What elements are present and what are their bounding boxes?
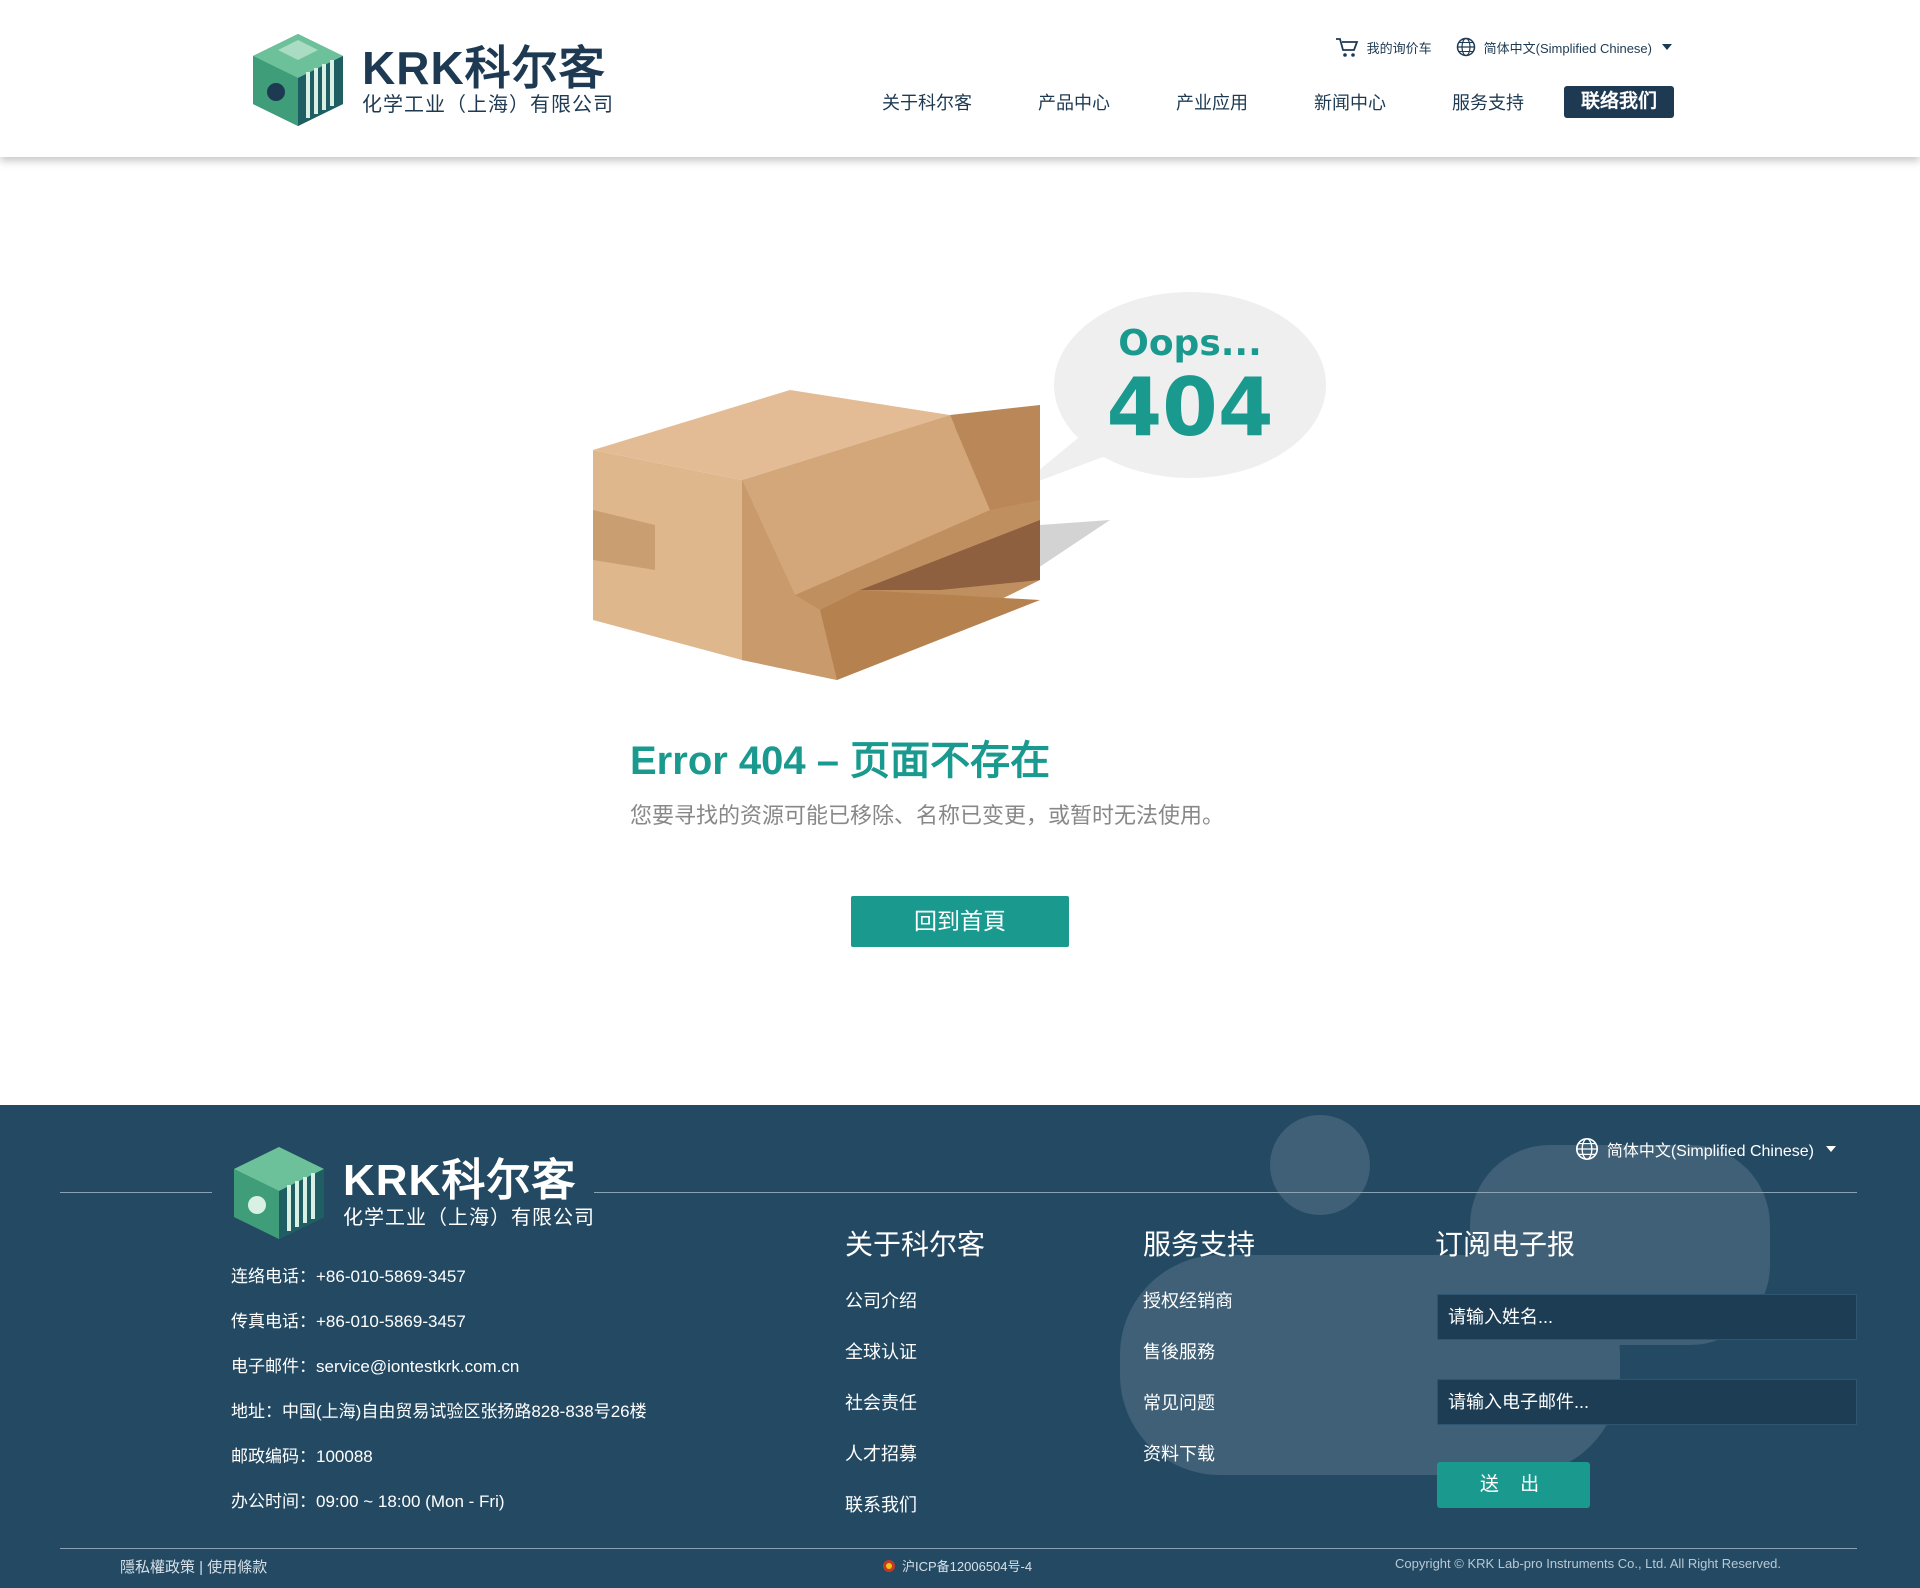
utility-bar: 我的询价车 简体中文(Simplified Chinese) <box>1311 36 1674 58</box>
footer-divider-right <box>594 1192 1857 1193</box>
newsletter-email-input[interactable]: 请输入电子邮件... <box>1437 1379 1857 1425</box>
footer-newsletter-column: 订阅电子报 <box>1435 1223 1575 1289</box>
legal-links[interactable]: 隱私權政策 | 使用條款 <box>120 1556 267 1577</box>
caret-down-icon <box>1662 44 1672 50</box>
logo-subtitle: 化学工业（上海）有限公司 <box>362 94 614 116</box>
contact-fax: 传真电话：+86-010-5869-3457 <box>231 1312 466 1331</box>
empty-box-illustration: Oops... 404 <box>593 292 1326 680</box>
contact-address: 地址：中国(上海)自由贸易试验区张扬路828-838号26楼 <box>231 1402 647 1421</box>
nav-item-about[interactable]: 关于科尔客 <box>882 89 972 115</box>
nav-item-products[interactable]: 产品中心 <box>1038 89 1110 115</box>
footer-logo-title: KRK科尔客 <box>343 1156 577 1205</box>
nav-item-news[interactable]: 新闻中心 <box>1314 89 1386 115</box>
footer-about-title: 关于科尔客 <box>845 1229 986 1260</box>
error-title: Error 404 – 页面不存在 <box>630 739 1051 783</box>
footer-link-downloads[interactable]: 资料下载 <box>1143 1442 1255 1493</box>
main-nav: 关于科尔客 产品中心 产业应用 新闻中心 服务支持 联络我们 <box>882 86 1674 118</box>
footer-service-column: 服务支持 授权经销商 售後服務 常见问题 资料下载 <box>1143 1223 1255 1493</box>
logo-title: KRK科尔客 <box>362 42 606 94</box>
newsletter-submit-button[interactable]: 送 出 <box>1437 1462 1590 1508</box>
footer-logo-subtitle: 化学工业（上海）有限公司 <box>343 1207 595 1229</box>
language-label: 简体中文(Simplified Chinese) <box>1483 40 1652 56</box>
footer-link-responsibility[interactable]: 社会责任 <box>845 1391 985 1442</box>
contact-us-button[interactable]: 联络我们 <box>1563 86 1674 118</box>
site-logo[interactable]: KRK科尔客 化学工业（上海）有限公司 <box>248 32 614 128</box>
footer-logo-mark-icon <box>234 1147 324 1239</box>
logo-mark-icon <box>253 34 343 126</box>
footer-divider-left <box>60 1192 212 1193</box>
footer-link-faq[interactable]: 常见问题 <box>1143 1391 1255 1442</box>
newsletter-title: 订阅电子报 <box>1435 1229 1576 1260</box>
cart-icon <box>1335 38 1358 57</box>
footer-link-certification[interactable]: 全球认证 <box>845 1340 985 1391</box>
inquiry-cart-link[interactable]: 我的询价车 <box>1335 36 1432 58</box>
contact-email[interactable]: 电子邮件：service@iontestkrk.com.cn <box>231 1355 647 1400</box>
caret-down-icon <box>1826 1146 1836 1152</box>
contact-hours: 办公时间：09:00 ~ 18:00 (Mon - Fri) <box>231 1492 505 1511</box>
footer-language-selector[interactable]: 简体中文(Simplified Chinese) <box>1575 1137 1838 1161</box>
police-badge-icon <box>883 1559 895 1572</box>
language-selector[interactable]: 简体中文(Simplified Chinese) <box>1456 37 1674 57</box>
icp-text: 沪ICP备12006504号-4 <box>902 1559 1033 1574</box>
copyright-text: Copyright © KRK Lab-pro Instruments Co.,… <box>1395 1556 1782 1571</box>
footer-bottom-divider <box>60 1548 1857 1549</box>
error-description: 您要寻找的资源可能已移除、名称已变更，或暂时无法使用。 <box>630 803 1225 828</box>
bubble-oops-text: Oops... <box>1118 323 1262 364</box>
globe-icon <box>1575 1137 1598 1161</box>
footer-link-after-sales[interactable]: 售後服務 <box>1143 1340 1255 1391</box>
bubble-404-text: 404 <box>1107 361 1274 454</box>
footer-link-distributors[interactable]: 授权经销商 <box>1143 1289 1255 1340</box>
cart-label: 我的询价车 <box>1366 40 1432 56</box>
footer-link-company[interactable]: 公司介绍 <box>845 1289 985 1340</box>
footer-link-careers[interactable]: 人才招募 <box>845 1442 985 1493</box>
newsletter-name-input[interactable]: 请输入姓名... <box>1437 1294 1857 1340</box>
contact-info: 连络电话：+86-010-5869-3457 传真电话：+86-010-5869… <box>231 1265 647 1535</box>
nav-item-applications[interactable]: 产业应用 <box>1176 89 1248 115</box>
site-footer: KRK科尔客 化学工业（上海）有限公司 简体中文(Simplified Chin… <box>0 1105 1920 1588</box>
contact-postcode: 邮政编码：100088 <box>231 1447 373 1466</box>
footer-logo[interactable]: KRK科尔客 化学工业（上海）有限公司 <box>229 1145 595 1241</box>
footer-link-contact[interactable]: 联系我们 <box>845 1493 985 1544</box>
footer-about-column: 关于科尔客 公司介绍 全球认证 社会责任 人才招募 联系我们 <box>845 1223 985 1544</box>
contact-phone: 连络电话：+86-010-5869-3457 <box>231 1267 466 1286</box>
footer-service-title: 服务支持 <box>1143 1229 1256 1260</box>
globe-icon <box>1456 37 1475 57</box>
icp-license[interactable]: 沪ICP备12006504号-4 <box>882 1556 1032 1575</box>
nav-item-support[interactable]: 服务支持 <box>1452 89 1524 115</box>
back-home-button[interactable]: 回到首頁 <box>851 896 1069 947</box>
site-header: KRK科尔客 化学工业（上海）有限公司 我的询价车 简体中文(Simplifie… <box>0 0 1920 157</box>
footer-language-label: 简体中文(Simplified Chinese) <box>1606 1143 1814 1160</box>
